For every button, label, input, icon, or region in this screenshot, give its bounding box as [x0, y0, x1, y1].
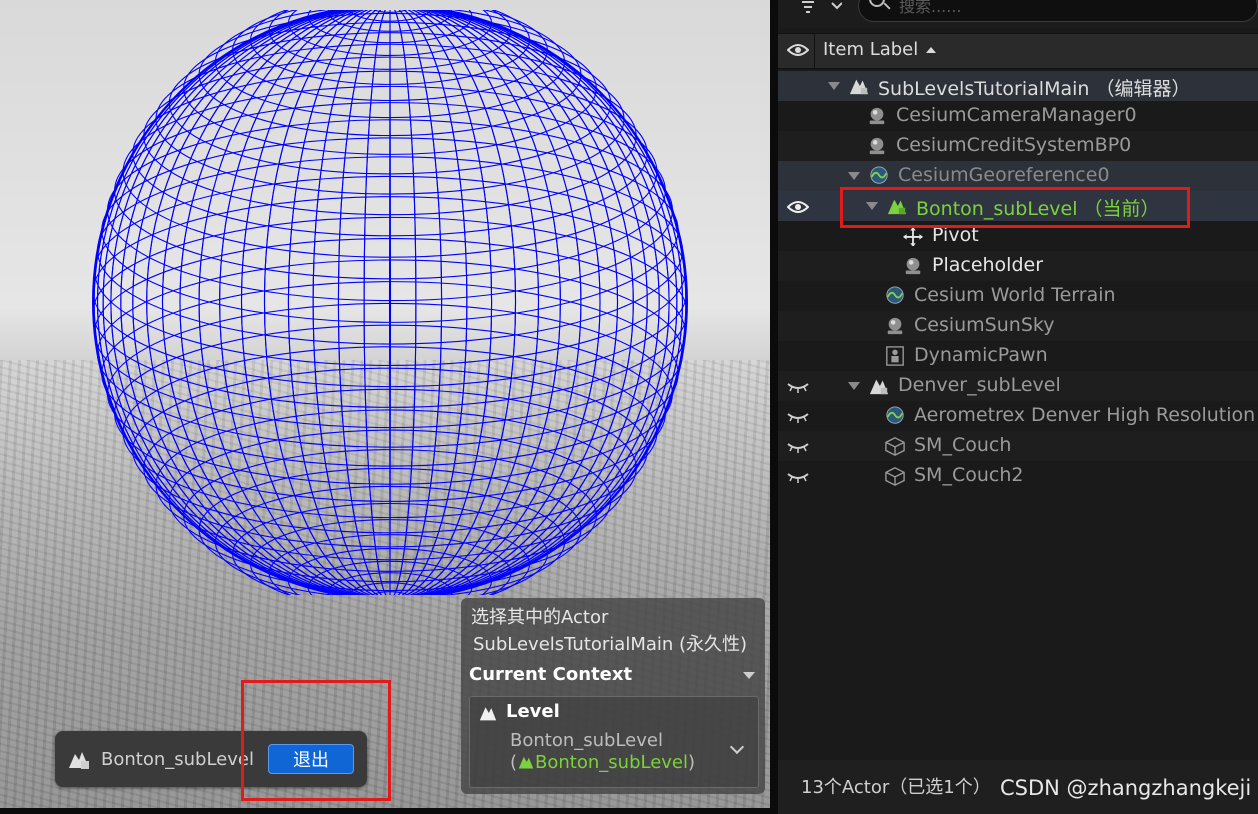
context-line1: 选择其中的Actor: [471, 607, 609, 628]
search-input[interactable]: 搜索......: [858, 0, 1258, 22]
level-viewport[interactable]: Bonton_subLevel 退出 选择其中的Actor SubLevelsT…: [0, 0, 770, 808]
context-line2: SubLevelsTutorialMain (永久性): [473, 634, 748, 655]
actor-sphere-icon: [887, 317, 903, 335]
eye-closed-icon[interactable]: [787, 469, 809, 485]
outliner-row[interactable]: SubLevelsTutorialMain （编辑器）: [778, 71, 1258, 101]
viewport-bottom-border: [0, 808, 770, 814]
level-icon: [869, 379, 889, 395]
highlight-exit: [241, 680, 391, 801]
eye-closed-icon[interactable]: [787, 439, 809, 455]
level-icon: [69, 752, 89, 769]
row-label: Cesium World Terrain: [914, 284, 1116, 306]
world-outliner: 搜索...... Item Label SubLevelsTutorialMai…: [778, 0, 1258, 814]
column-divider[interactable]: [814, 34, 815, 68]
row-label: SubLevelsTutorialMain （编辑器）: [878, 78, 1191, 100]
level-icon: [849, 79, 869, 95]
row-label: CesiumCreditSystemBP0: [896, 134, 1132, 156]
static-mesh-icon: [885, 467, 905, 486]
level-current-icon: [518, 756, 534, 769]
actor-sphere-icon: [905, 257, 921, 275]
outliner-row[interactable]: Cesium World Terrain: [778, 281, 1258, 311]
row-label: CesiumGeoreference0: [898, 164, 1110, 186]
row-label: SM_Couch: [914, 434, 1012, 456]
row-label: CesiumCameraManager0: [896, 104, 1137, 126]
level-link[interactable]: Bonton_subLevel: [535, 752, 688, 773]
highlight-current-level: [840, 187, 1190, 228]
eye-closed-icon[interactable]: [787, 379, 809, 395]
level-label: Level: [506, 701, 560, 722]
row-label: Aerometrex Denver High Resolution 3D: [914, 404, 1258, 426]
search-placeholder: 搜索......: [899, 0, 962, 16]
sort-ascending-icon[interactable]: [926, 47, 936, 53]
collapse-arrow-icon[interactable]: [743, 672, 755, 679]
watermark: CSDN @zhangzhangkeji: [1000, 776, 1252, 800]
panel-splitter[interactable]: [770, 0, 778, 814]
outliner-row[interactable]: Placeholder: [778, 251, 1258, 281]
wireframe-globe: [92, 10, 688, 595]
row-label: Denver_subLevel: [898, 374, 1061, 396]
actor-sphere-icon: [869, 137, 885, 155]
paren-open: (: [510, 752, 518, 773]
context-panel: 选择其中的Actor SubLevelsTutorialMain (永久性) C…: [461, 598, 765, 794]
filter-icon[interactable]: [802, 0, 842, 14]
row-label: DynamicPawn: [914, 344, 1048, 366]
paren-close: ): [688, 752, 696, 773]
actor-sphere-icon: [869, 107, 885, 125]
level-value-link: ( Bonton_subLevel): [510, 752, 695, 773]
row-label: SM_Couch2: [914, 464, 1024, 486]
eye-closed-icon[interactable]: [787, 409, 809, 425]
outliner-row[interactable]: SM_Couch2: [778, 461, 1258, 491]
outliner-row[interactable]: CesiumSunSky: [778, 311, 1258, 341]
current-level-name: Bonton_subLevel: [101, 748, 254, 770]
georeference-icon: [870, 166, 888, 184]
context-header: Current Context: [469, 664, 633, 685]
outliner-row[interactable]: SM_Couch: [778, 431, 1258, 461]
outliner-row[interactable]: Aerometrex Denver High Resolution 3D: [778, 401, 1258, 431]
actor-count: 13个Actor（已选1个）: [801, 777, 991, 798]
level-context-box[interactable]: Level Bonton_subLevel (Bonton_subLevel): [469, 696, 759, 788]
outliner-footer: 13个Actor（已选1个） CSDN @zhangzhangkeji: [778, 760, 1258, 814]
georeference-icon: [886, 286, 904, 304]
outliner-toolbar: 搜索......: [778, 0, 1258, 28]
expand-arrow-icon[interactable]: [848, 382, 860, 390]
level-icon: [479, 707, 497, 721]
static-mesh-icon: [885, 437, 905, 456]
row-label: Placeholder: [932, 254, 1044, 276]
chevron-down-icon[interactable]: [729, 739, 745, 755]
eye-icon[interactable]: [787, 42, 809, 58]
eye-icon[interactable]: [787, 199, 809, 215]
expand-arrow-icon[interactable]: [828, 82, 840, 90]
outliner-column-header: Item Label: [778, 33, 1258, 69]
search-icon-handle: [883, 2, 891, 10]
outliner-row[interactable]: CesiumCameraManager0: [778, 101, 1258, 131]
outliner-row[interactable]: CesiumCreditSystemBP0: [778, 131, 1258, 161]
pawn-icon: [886, 346, 904, 366]
row-label: CesiumSunSky: [914, 314, 1055, 336]
item-label-column[interactable]: Item Label: [823, 39, 918, 60]
georeference-icon: [886, 406, 904, 424]
move-icon: [903, 226, 923, 246]
level-value: Bonton_subLevel: [510, 730, 663, 751]
outliner-row[interactable]: DynamicPawn: [778, 341, 1258, 371]
outliner-row[interactable]: Denver_subLevel: [778, 371, 1258, 401]
expand-arrow-icon[interactable]: [848, 172, 860, 180]
